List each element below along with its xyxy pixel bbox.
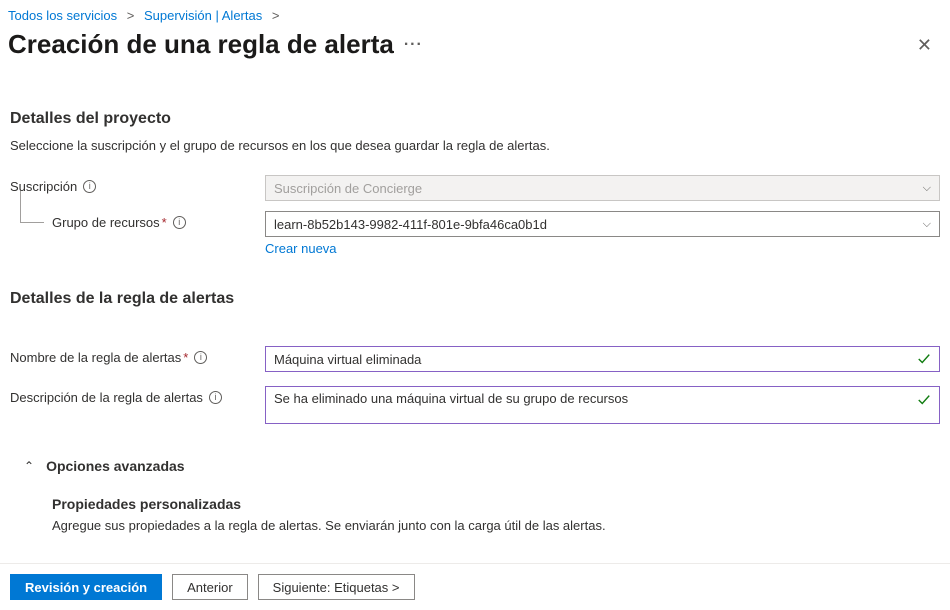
more-icon[interactable]: ··· — [404, 36, 423, 54]
info-icon[interactable]: i — [173, 216, 186, 229]
label-resource-group-text: Grupo de recursos — [52, 215, 160, 230]
section-desc-project: Seleccione la suscripción y el grupo de … — [10, 138, 940, 153]
breadcrumb-all-services[interactable]: Todos los servicios — [8, 8, 117, 23]
chevron-down-icon: ⌵ — [923, 218, 931, 231]
rule-description-input[interactable]: Se ha eliminado una máquina virtual de s… — [265, 386, 940, 424]
section-heading-rule: Detalles de la regla de alertas — [10, 290, 940, 308]
breadcrumb-separator: > — [266, 8, 286, 23]
page-header: Creación de una regla de alerta ··· ✕ — [0, 27, 950, 70]
check-icon — [917, 352, 931, 366]
custom-properties-heading: Propiedades personalizadas — [52, 496, 940, 512]
row-subscription: Suscripción i Suscripción de Concierge ⌵ — [10, 175, 940, 201]
create-new-link[interactable]: Crear nueva — [265, 241, 337, 256]
required-indicator: * — [162, 215, 167, 230]
label-rule-name-text: Nombre de la regla de alertas — [10, 350, 181, 365]
chevron-down-icon: ⌵ — [923, 182, 931, 195]
row-rule-description: Descripción de la regla de alertas i Se … — [10, 386, 940, 424]
label-rule-description-text: Descripción de la regla de alertas — [10, 390, 203, 405]
info-icon[interactable]: i — [194, 351, 207, 364]
next-tags-button[interactable]: Siguiente: Etiquetas > — [258, 574, 415, 600]
advanced-options-label: Opciones avanzadas — [46, 458, 185, 474]
close-icon: ✕ — [917, 35, 932, 55]
row-resource-group: Grupo de recursos * i learn-8b52b143-998… — [10, 211, 940, 256]
check-icon — [917, 393, 931, 407]
resource-group-select[interactable]: learn-8b52b143-9982-411f-801e-9bfa46ca0b… — [265, 211, 940, 237]
page-title: Creación de una regla de alerta ··· — [8, 29, 423, 60]
breadcrumb-monitoring-alerts[interactable]: Supervisión | Alertas — [144, 8, 262, 23]
section-heading-project: Detalles del proyecto — [10, 110, 940, 128]
required-indicator: * — [183, 350, 188, 365]
close-button[interactable]: ✕ — [913, 32, 936, 58]
label-rule-name: Nombre de la regla de alertas * i — [10, 346, 265, 365]
advanced-options-toggle[interactable]: ⌃ Opciones avanzadas — [10, 458, 940, 474]
indent-bracket-icon — [20, 191, 44, 223]
rule-name-value: Máquina virtual eliminada — [274, 352, 917, 367]
resource-group-value: learn-8b52b143-9982-411f-801e-9bfa46ca0b… — [274, 217, 547, 232]
wizard-footer: Revisión y creación Anterior Siguiente: … — [0, 563, 950, 610]
chevron-up-icon: ⌃ — [24, 459, 34, 473]
review-create-button[interactable]: Revisión y creación — [10, 574, 162, 600]
label-subscription: Suscripción i — [10, 175, 265, 194]
rule-name-input[interactable]: Máquina virtual eliminada — [265, 346, 940, 372]
page-title-text: Creación de una regla de alerta — [8, 29, 394, 60]
label-resource-group: Grupo de recursos * i — [10, 211, 265, 230]
breadcrumb-separator: > — [121, 8, 141, 23]
previous-button[interactable]: Anterior — [172, 574, 248, 600]
breadcrumb: Todos los servicios > Supervisión | Aler… — [0, 0, 950, 27]
subscription-select: Suscripción de Concierge ⌵ — [265, 175, 940, 201]
row-rule-name: Nombre de la regla de alertas * i Máquin… — [10, 346, 940, 372]
info-icon[interactable]: i — [83, 180, 96, 193]
rule-description-value: Se ha eliminado una máquina virtual de s… — [274, 391, 917, 406]
subscription-value: Suscripción de Concierge — [274, 181, 422, 196]
custom-properties-desc: Agregue sus propiedades a la regla de al… — [52, 518, 940, 533]
info-icon[interactable]: i — [209, 391, 222, 404]
label-rule-description: Descripción de la regla de alertas i — [10, 386, 265, 405]
